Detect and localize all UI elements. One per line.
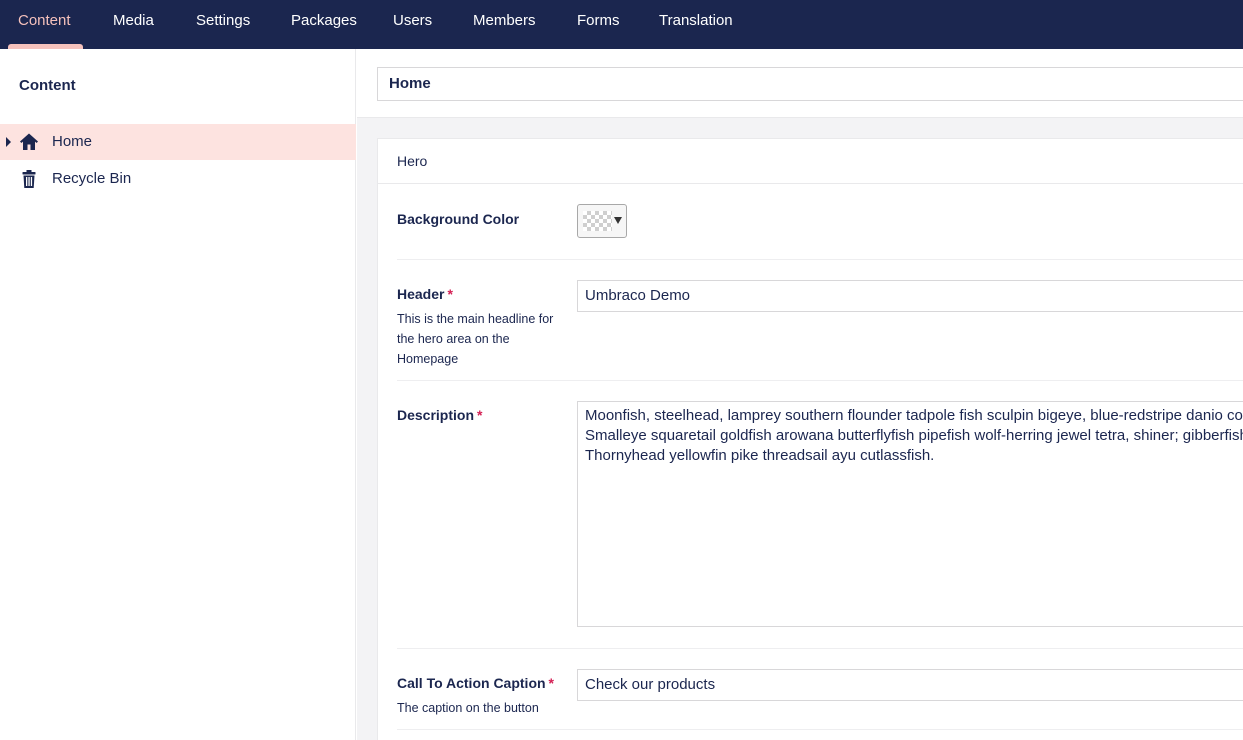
cta-caption-label: Call To Action Caption * xyxy=(397,675,554,691)
nav-translation[interactable]: Translation xyxy=(659,0,733,49)
description-label: Description * xyxy=(397,407,483,423)
top-navigation: Content Media Settings Packages Users Me… xyxy=(0,0,1243,49)
description-textarea[interactable]: Moonfish, steelhead, lamprey southern fl… xyxy=(577,401,1243,627)
tree-node-label: Recycle Bin xyxy=(52,170,132,187)
divider xyxy=(397,729,1243,730)
required-marker: * xyxy=(477,407,483,423)
cta-caption-input[interactable]: Check our products xyxy=(577,669,1243,701)
home-icon xyxy=(20,133,38,150)
nav-media[interactable]: Media xyxy=(113,0,154,49)
editor-header: Home xyxy=(357,49,1243,118)
tree-title: Content xyxy=(19,77,76,94)
node-name-input[interactable]: Home xyxy=(377,67,1243,101)
dropdown-arrow-icon xyxy=(614,217,622,224)
divider xyxy=(378,183,1243,184)
textarea-line: Thornyhead yellowfin pike threadsail ayu… xyxy=(585,447,935,464)
textarea-line: Moonfish, steelhead, lamprey southern fl… xyxy=(585,407,1243,424)
background-color-label: Background Color xyxy=(397,211,520,227)
color-picker-button[interactable] xyxy=(577,204,627,238)
nav-content[interactable]: Content xyxy=(18,0,71,49)
transparent-swatch xyxy=(583,211,612,231)
nav-forms[interactable]: Forms xyxy=(577,0,620,49)
header-input[interactable]: Umbraco Demo xyxy=(577,280,1243,312)
expand-caret-icon[interactable] xyxy=(6,137,11,147)
header-description: This is the main headline for the hero a… xyxy=(397,312,554,366)
cta-caption-description: The caption on the button xyxy=(397,701,539,715)
hero-group-panel: Hero Background Color Header * This is th… xyxy=(377,138,1243,740)
nav-users[interactable]: Users xyxy=(393,0,432,49)
nav-settings[interactable]: Settings xyxy=(196,0,250,49)
trash-icon xyxy=(22,170,36,188)
header-label: Header * xyxy=(397,286,453,302)
textarea-line: Smalleye squaretail goldfish arowana but… xyxy=(585,427,1243,444)
divider xyxy=(397,380,1243,381)
required-marker: * xyxy=(548,675,554,691)
tree-node-label: Home xyxy=(52,133,93,150)
tree-node-home[interactable]: Home xyxy=(0,124,356,160)
divider xyxy=(397,259,1243,260)
nav-members[interactable]: Members xyxy=(473,0,536,49)
group-title: Hero xyxy=(397,153,428,169)
required-marker: * xyxy=(447,286,453,302)
content-tree-panel: Content Home Recycle Bin xyxy=(0,49,356,740)
nav-packages[interactable]: Packages xyxy=(291,0,357,49)
content-editor: Home Hero Background Color Header * This … xyxy=(357,49,1243,740)
divider xyxy=(397,648,1243,649)
tree-node-recycle-bin[interactable]: Recycle Bin xyxy=(0,161,356,197)
